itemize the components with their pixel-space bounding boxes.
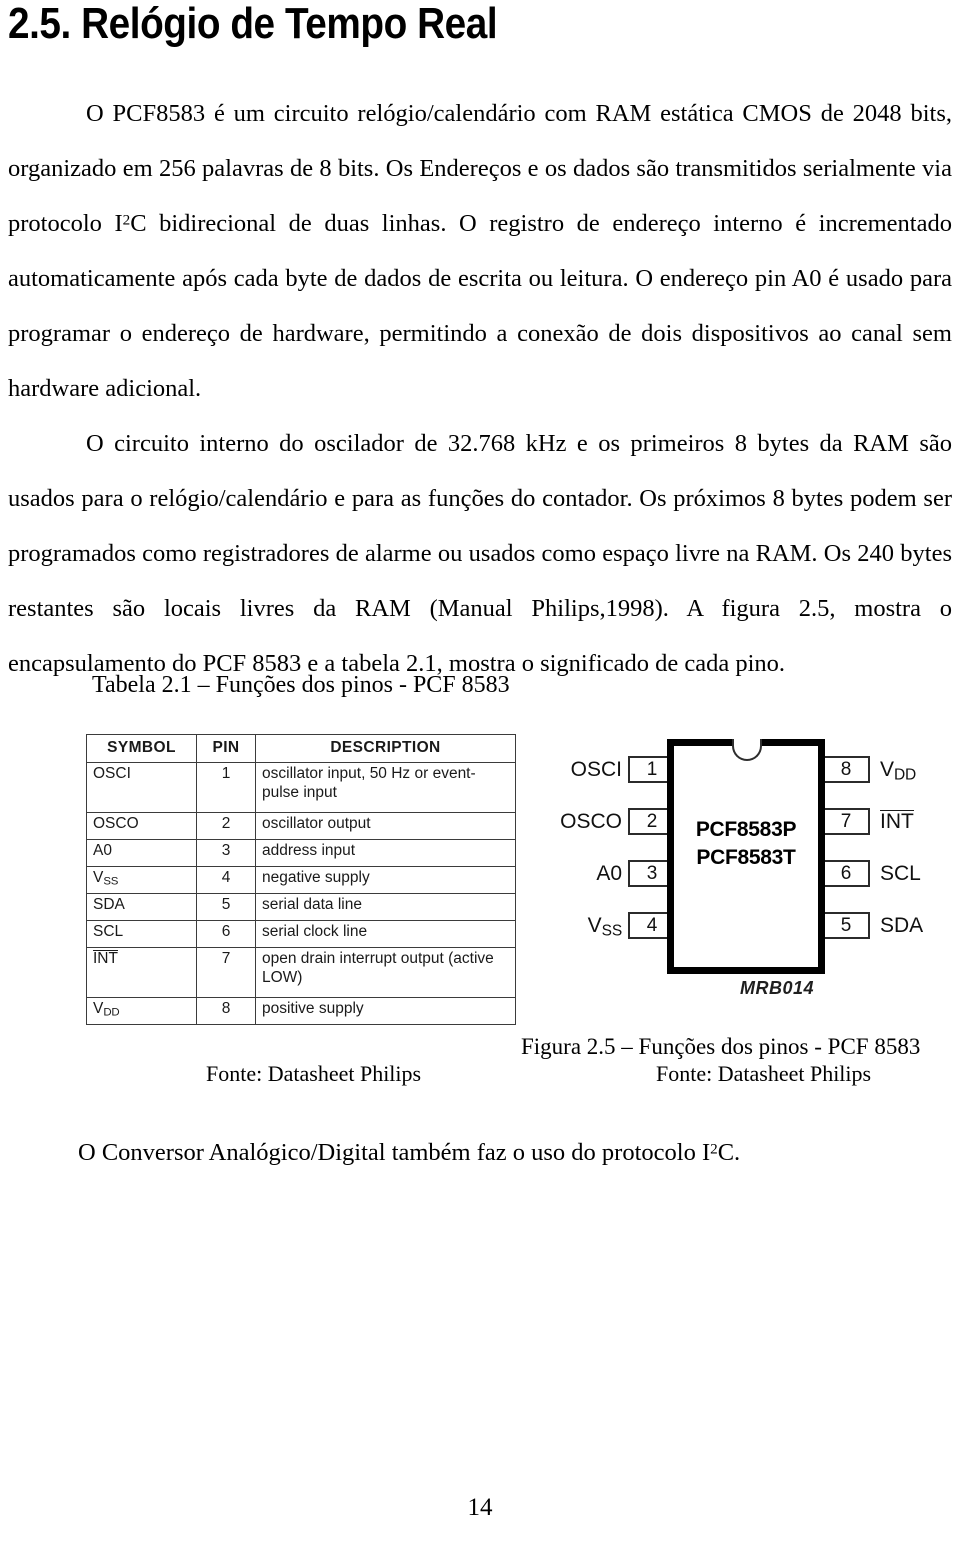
chip-pin-box-5: 5 xyxy=(822,912,870,939)
table-row: VSS 4 negative supply xyxy=(86,866,516,894)
cell-pin-number: 1 xyxy=(196,762,256,813)
chip-pin-label-8: VDD xyxy=(880,758,917,784)
cell-pin-number: 5 xyxy=(196,893,256,921)
cell-pin-number: 4 xyxy=(196,866,256,894)
paragraph-1-part-2: C bidirecional de duas linhas. O registr… xyxy=(8,210,952,402)
table-row: OSCO 2 oscillator output xyxy=(86,812,516,840)
cell-description: oscillator output xyxy=(255,812,516,840)
cell-pin-number: 8 xyxy=(196,997,256,1025)
table-row: OSCI 1 oscillator input, 50 Hz or event-pu… xyxy=(86,762,516,813)
cell-description: positive supply xyxy=(255,997,516,1025)
body-text-block: O PCF8583 é um circuito relógio/calendár… xyxy=(8,86,952,691)
cell-description: serial data line xyxy=(255,893,516,921)
table-source-note: Fonte: Datasheet Philips xyxy=(206,1061,422,1086)
header-description: DESCRIPTION xyxy=(255,734,516,763)
table-caption: Tabela 2.1 – Funções dos pinos - PCF 858… xyxy=(92,672,510,698)
table-header-row: SYMBOL PIN DESCRIPTION xyxy=(86,734,516,763)
chip-pin-label-6: SCL xyxy=(880,862,921,885)
chip-code-label: MRB014 xyxy=(740,978,815,998)
table-row: INT 7 open drain interrupt output (active … xyxy=(86,947,516,998)
figure-source-note: Fonte: Datasheet Philips xyxy=(656,1061,872,1086)
chip-part-number-1: PCF8583P xyxy=(695,818,797,841)
chip-pinout-figure: PCF8583P PCF8583T 1 OSCI 2 OSCO 3 A0 4 VSS 8 VDD 7… xyxy=(536,730,956,1015)
page-number: 14 xyxy=(467,1494,493,1521)
chip-pin-box-7: 7 xyxy=(822,808,870,835)
cell-symbol: OSCI xyxy=(86,762,197,813)
cell-description: serial clock line xyxy=(255,920,516,948)
closing-paragraph: O Conversor Analógico/Digital também faz… xyxy=(8,1133,952,1173)
header-pin: PIN xyxy=(196,734,256,763)
chip-pin-label-5: SDA xyxy=(880,914,924,937)
cell-pin-number: 3 xyxy=(196,839,256,867)
cell-symbol: OSCO xyxy=(86,812,197,840)
pin-function-table: SYMBOL PIN DESCRIPTION OSCI 1 oscillator i… xyxy=(86,734,516,1025)
page-title: 2.5. Relógio de Tempo Real xyxy=(8,0,498,48)
chip-part-numbers: PCF8583P PCF8583T xyxy=(667,816,825,872)
cell-symbol: SCL xyxy=(86,920,197,948)
chip-pin-box-6: 6 xyxy=(822,860,870,887)
cell-pin-number: 2 xyxy=(196,812,256,840)
pin-table-container: SYMBOL PIN DESCRIPTION OSCI 1 oscillator i… xyxy=(86,734,516,1025)
cell-description: oscillator input, 50 Hz or event-pulse i… xyxy=(255,762,516,813)
table-row: A0 3 address input xyxy=(86,839,516,867)
paragraph-1: O PCF8583 é um circuito relógio/calendár… xyxy=(8,86,952,416)
cell-symbol: A0 xyxy=(86,839,197,867)
superscript-two-closing: 2 xyxy=(710,1140,718,1158)
cell-pin-number: 6 xyxy=(196,920,256,948)
header-symbol: SYMBOL xyxy=(86,734,197,763)
figure-caption: Figura 2.5 – Funções dos pinos - PCF 858… xyxy=(521,1034,921,1059)
closing-part-1: O Conversor Analógico/Digital também faz… xyxy=(78,1139,711,1166)
cell-description: negative supply xyxy=(255,866,516,894)
chip-pin-label-1: OSCI xyxy=(570,758,622,781)
chip-pin-label-3: A0 xyxy=(596,862,622,885)
cell-symbol: SDA xyxy=(86,893,197,921)
chip-pin-label-7: INT xyxy=(880,810,914,833)
cell-symbol: VSS xyxy=(86,866,197,894)
cell-symbol: INT xyxy=(86,947,197,998)
chip-pin-box-8: 8 xyxy=(822,756,870,783)
paragraph-2: O circuito interno do oscilador de 32.76… xyxy=(8,430,952,677)
cell-pin-number: 7 xyxy=(196,947,256,998)
pin-table-body: OSCI 1 oscillator input, 50 Hz or event-pu… xyxy=(86,762,516,1025)
cell-description: address input xyxy=(255,839,516,867)
closing-part-2: C. xyxy=(717,1139,741,1166)
table-row: SCL 6 serial clock line xyxy=(86,920,516,948)
chip-pin-label-4: VSS xyxy=(587,914,623,940)
table-row: SDA 5 serial data line xyxy=(86,893,516,921)
cell-symbol: VDD xyxy=(86,997,197,1025)
table-row: VDD 8 positive supply xyxy=(86,997,516,1025)
chip-pin-label-2: OSCO xyxy=(560,810,622,833)
chip-part-number-2: PCF8583T xyxy=(696,846,796,869)
cell-description: open drain interrupt output (active LOW) xyxy=(255,947,516,998)
